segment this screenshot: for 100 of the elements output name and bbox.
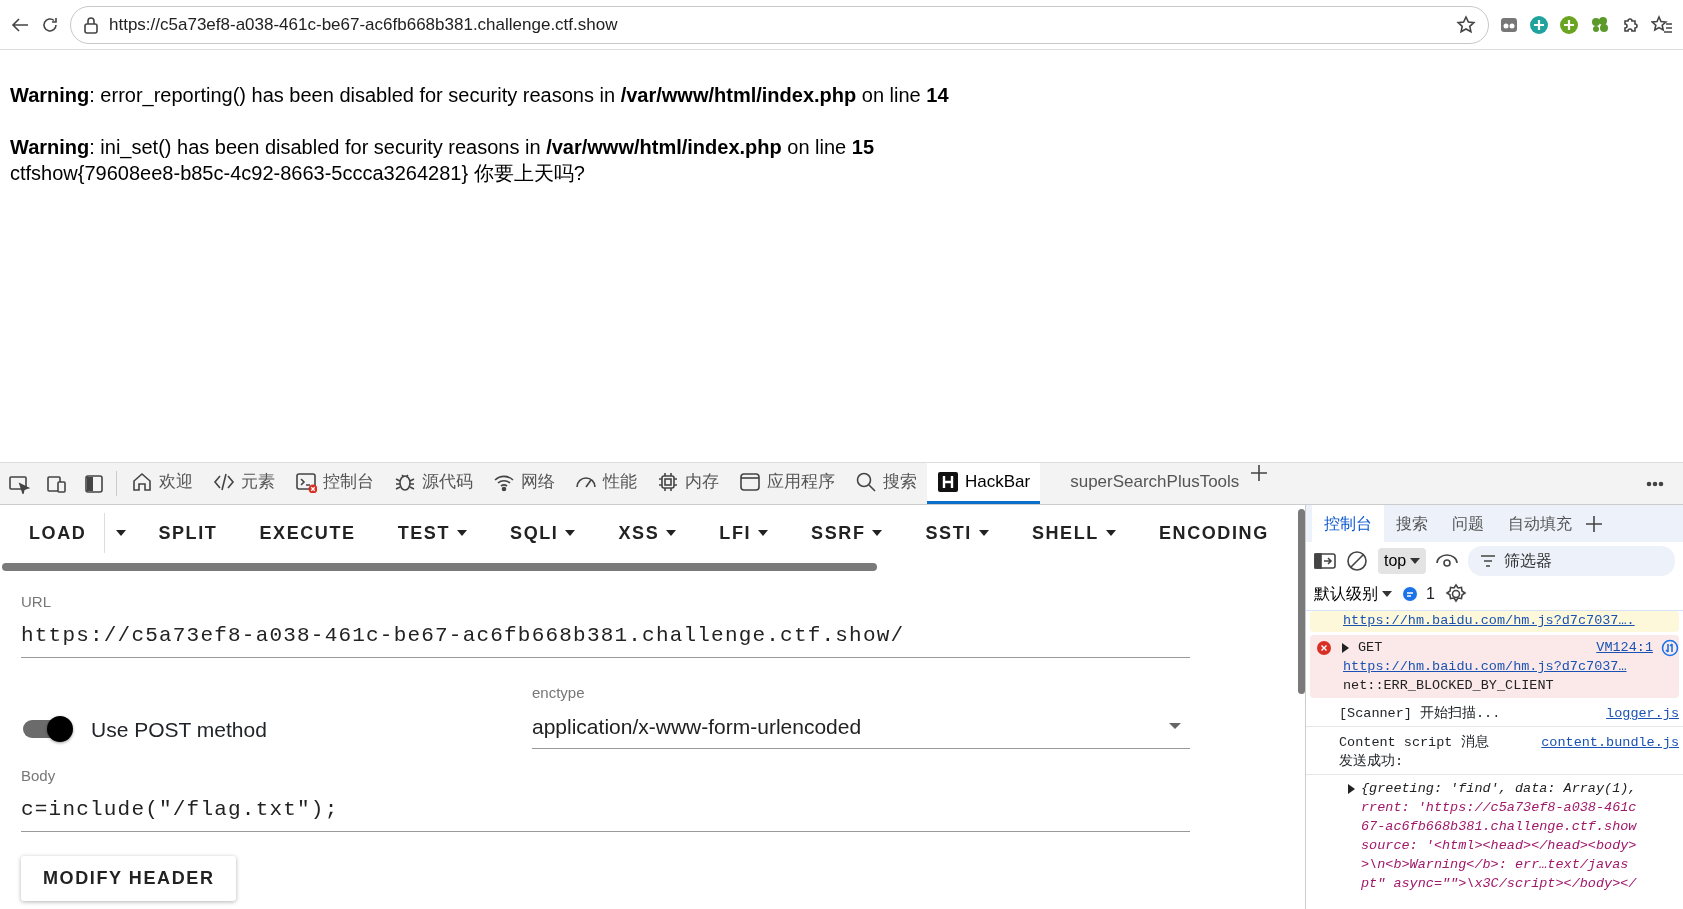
- caret-icon: [564, 528, 577, 538]
- toolbar-button[interactable]: SSRF: [790, 505, 905, 561]
- panel-tab[interactable]: 控制台: [1312, 505, 1384, 542]
- devtools-tab[interactable]: 元素: [203, 463, 285, 504]
- toolbar-button[interactable]: SPLIT: [137, 505, 239, 561]
- plus-circle-icon[interactable]: [1559, 14, 1579, 35]
- scrollbar[interactable]: [2, 563, 877, 571]
- context-select[interactable]: top: [1378, 548, 1427, 574]
- object-preview-text: source: '<html><head></head><body>: [1361, 837, 1638, 855]
- device-icon[interactable]: [46, 473, 68, 494]
- source-link[interactable]: logger.js: [1606, 704, 1679, 723]
- field-label: Body: [21, 766, 57, 786]
- url-text: https://c5a73ef8-a038-461c-be67-ac6fb668b381.challenge.ctf.show: [109, 13, 619, 36]
- caret-icon: [1410, 557, 1421, 565]
- caret-icon: [665, 528, 678, 538]
- plus-icon[interactable]: [1584, 513, 1604, 534]
- filter-placeholder: 筛选器: [1504, 551, 1553, 571]
- toolbar-button[interactable]: LOAD: [8, 505, 105, 561]
- favorites-icon[interactable]: [1651, 14, 1673, 35]
- message-text: 发送成功:: [1339, 752, 1405, 771]
- message-count: 1: [1426, 584, 1435, 604]
- console-icon: [295, 471, 317, 493]
- toolbar-button[interactable]: LFI: [698, 505, 791, 561]
- panel-tab[interactable]: 问题: [1440, 505, 1496, 542]
- search-icon: [855, 471, 877, 493]
- devtools-tab[interactable]: 内存: [647, 463, 729, 504]
- devtools-tab[interactable]: 控制台: [285, 463, 384, 504]
- panel-tab[interactable]: 搜索: [1384, 505, 1440, 542]
- object-preview-text: >\n<b>Warning</b>: err…text/javas: [1361, 856, 1630, 874]
- lock-icon: [83, 15, 99, 34]
- enctype-select[interactable]: application/x-www-form-urlencoded: [532, 708, 1190, 749]
- toolbar-button[interactable]: XSS: [597, 505, 699, 561]
- modify-header-button[interactable]: MODIFY HEADER: [21, 856, 237, 901]
- toolbar-button[interactable]: TEST: [376, 505, 490, 561]
- page-text: ctfshow{79608ee8-b85c-4c92-8663-5ccca3264281} 你要上天吗?: [10, 161, 586, 186]
- sidebar-toggle-icon[interactable]: [1314, 552, 1336, 570]
- network-icon[interactable]: [1661, 638, 1679, 657]
- devtools-tab[interactable]: 欢迎: [121, 463, 203, 504]
- expand-icon[interactable]: [1340, 641, 1350, 654]
- source-link[interactable]: VM124:1: [1596, 638, 1653, 657]
- window-icon: [739, 471, 761, 493]
- url-input[interactable]: https://c5a73ef8-a038-461c-be67-ac6fb668b381.challenge.ctf.show/: [21, 617, 1190, 658]
- error-icon: [1316, 639, 1332, 656]
- plus-icon[interactable]: [1249, 463, 1270, 483]
- message-text: [Scanner] 开始扫描...: [1339, 704, 1501, 723]
- message-icon: [1402, 586, 1418, 602]
- sidebar-icon[interactable]: [84, 473, 104, 494]
- toolbar-button[interactable]: SSTI: [904, 505, 1011, 561]
- h-logo-icon: [937, 471, 959, 493]
- devtools-tab[interactable]: 应用程序: [729, 463, 845, 504]
- message-text: Content script 消息: [1339, 733, 1489, 752]
- caret-icon: [1168, 721, 1182, 732]
- page-text: Warning: error_reporting() has been disabled for security reasons in /var/www/html/index.php on line 14: [10, 83, 950, 108]
- star-icon[interactable]: [1456, 14, 1476, 35]
- toolbar-button[interactable]: ENCODING: [1137, 505, 1290, 561]
- panel-tab[interactable]: 自动填充: [1496, 505, 1584, 542]
- bug-icon: [394, 471, 416, 493]
- caret-icon: [1382, 590, 1392, 598]
- devtools-tab[interactable]: superSearchPlusTools: [1060, 463, 1250, 504]
- eye-icon[interactable]: [1436, 553, 1459, 569]
- link[interactable]: https://hm.baidu.com/hm.js?d7c7037…: [1343, 657, 1627, 676]
- body-input[interactable]: c=include("/flag.txt");: [21, 791, 1190, 832]
- clear-icon[interactable]: [1346, 550, 1368, 572]
- caret-icon: [977, 528, 990, 538]
- devtools-tab[interactable]: HackBar: [927, 463, 1041, 504]
- object-preview-text: pt" async="">\x3C/script></body></: [1361, 875, 1638, 893]
- devtools-tab[interactable]: 网络: [483, 463, 565, 504]
- field-label: URL: [21, 592, 52, 612]
- object-preview-text: rrent: 'https://c5a73ef8-a038-461c: [1361, 799, 1638, 817]
- toolbar-button[interactable]: SHELL: [1010, 505, 1138, 561]
- chip-icon: [657, 471, 679, 493]
- caret-icon: [757, 528, 770, 538]
- caret-icon: [115, 528, 128, 538]
- plus-circle-icon[interactable]: [1529, 14, 1549, 35]
- inspect-icon[interactable]: [8, 473, 30, 494]
- toolbar-button[interactable]: SQLI: [489, 505, 598, 561]
- devtools-tab[interactable]: 源代码: [384, 463, 483, 504]
- log-level-select[interactable]: 默认级别: [1314, 582, 1392, 606]
- page-text: Warning: ini_set() has been disabled for security reasons in /var/www/html/index.php on line 15: [10, 135, 876, 160]
- object-preview-text: 67-ac6fb668b381.challenge.ctf.show: [1361, 818, 1638, 836]
- message-text: net::ERR_BLOCKED_BY_CLIENT: [1343, 677, 1555, 695]
- caret-icon: [1104, 528, 1117, 538]
- code-icon: [213, 471, 235, 493]
- filter-icon: [1480, 554, 1497, 568]
- source-link[interactable]: content.bundle.js: [1541, 733, 1679, 752]
- clover-icon[interactable]: [1589, 14, 1611, 35]
- field-label: enctype: [532, 683, 586, 703]
- object-preview-text: {greeting: 'find', data: Array(1),: [1361, 780, 1638, 798]
- filter-field[interactable]: 筛选器: [1468, 546, 1675, 576]
- devtools-tab[interactable]: 性能: [565, 463, 647, 504]
- toggle-label: Use POST method: [91, 716, 267, 743]
- home-icon: [131, 471, 153, 493]
- caret-icon: [456, 528, 469, 538]
- toolbar-button[interactable]: EXECUTE: [238, 505, 377, 561]
- caret-icon: [871, 528, 884, 538]
- scrollbar[interactable]: [1298, 509, 1305, 694]
- devtools-tab[interactable]: 搜索: [845, 463, 927, 504]
- message-text: GET: [1358, 639, 1384, 657]
- expand-icon[interactable]: [1346, 783, 1356, 795]
- settings-icon[interactable]: [1444, 583, 1467, 605]
